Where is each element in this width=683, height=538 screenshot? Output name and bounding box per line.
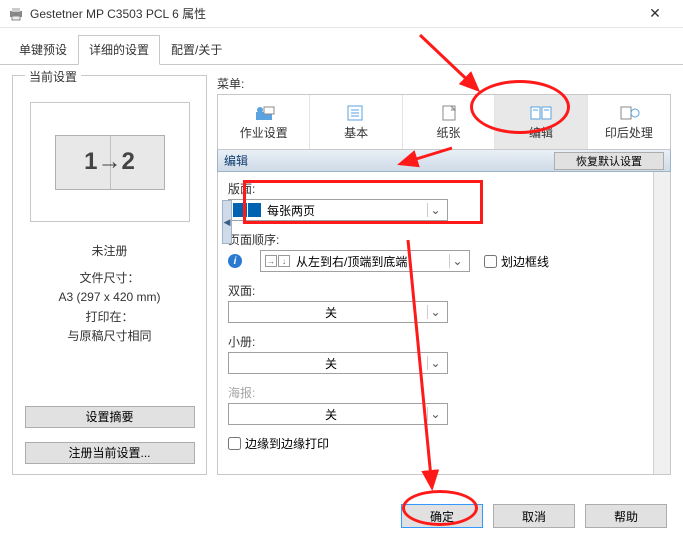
chevron-down-icon: ⌄ — [449, 254, 465, 268]
tab-detailed[interactable]: 详细的设置 — [78, 35, 160, 65]
order-icon: →↓ — [265, 255, 290, 267]
booklet-combo[interactable]: 关 ⌄ — [228, 352, 448, 374]
duplex-combo[interactable]: 关 ⌄ — [228, 301, 448, 323]
printer-icon — [8, 6, 24, 22]
restore-defaults-button[interactable]: 恢复默认设置 — [554, 152, 664, 170]
info-icon: i — [228, 254, 242, 268]
basic-icon — [342, 104, 370, 122]
layout-label: 版面: — [228, 180, 660, 197]
tool-paper[interactable]: 纸张 — [403, 95, 495, 149]
duplex-label: 双面: — [228, 282, 660, 299]
poster-combo[interactable]: 关 ⌄ — [228, 403, 448, 425]
close-icon[interactable]: ✕ — [635, 5, 675, 22]
edge-to-edge-checkbox[interactable]: 边缘到边缘打印 — [228, 435, 660, 452]
menu-toolbar: 作业设置 基本 纸张 编辑 印后处理 — [217, 94, 671, 150]
collapse-handle[interactable]: ◀ — [222, 200, 232, 244]
paper-icon — [435, 104, 463, 122]
tool-finishing[interactable]: 印后处理 — [588, 95, 670, 149]
register-settings-button[interactable]: 注册当前设置... — [25, 442, 195, 464]
cancel-button[interactable]: 取消 — [493, 504, 575, 528]
edit-icon — [527, 104, 555, 122]
edit-settings-area: 版面: 每张两页 ⌄ 页面顺序: i →↓ 从左到右/顶端到底端 ⌄ — [217, 172, 671, 475]
chevron-down-icon: ⌄ — [427, 305, 443, 319]
current-settings-group: 当前设置 1→2 未注册 文件尺寸： A3 (297 x 420 mm) 打印在… — [12, 75, 207, 475]
scrollbar-thumb[interactable] — [656, 174, 668, 254]
layout-combo[interactable]: 每张两页 ⌄ — [228, 199, 448, 221]
two-pages-icon — [233, 203, 261, 217]
booklet-label: 小册: — [228, 333, 660, 350]
page-order-combo[interactable]: →↓ 从左到右/顶端到底端 ⌄ — [260, 250, 470, 272]
section-header-edit: 编辑 恢复默认设置 — [217, 150, 671, 172]
finishing-icon — [615, 104, 643, 122]
tab-config[interactable]: 配置/关于 — [160, 35, 233, 65]
current-settings-label: 当前设置 — [25, 68, 81, 85]
window-title: Gestetner MP C3503 PCL 6 属性 — [30, 5, 635, 22]
page-order-label: 页面顺序: — [228, 231, 660, 248]
menu-label: 菜单: — [217, 75, 671, 92]
layout-preview: 1→2 — [30, 102, 190, 222]
border-line-checkbox[interactable]: 划边框线 — [484, 253, 549, 270]
ok-button[interactable]: 确定 — [401, 504, 483, 528]
chevron-down-icon: ⌄ — [427, 203, 443, 217]
preview-info: 未注册 文件尺寸： A3 (297 x 420 mm) 打印在： 与原稿尺寸相同 — [58, 242, 160, 346]
chevron-down-icon: ⌄ — [427, 356, 443, 370]
chevron-down-icon: ⌄ — [427, 407, 443, 421]
poster-label: 海报: — [228, 384, 660, 401]
tool-job-settings[interactable]: 作业设置 — [218, 95, 310, 149]
tool-edit[interactable]: 编辑 — [495, 95, 587, 149]
tab-bar: 单键预设 详细的设置 配置/关于 — [0, 28, 683, 65]
job-icon — [250, 104, 278, 122]
tool-basic[interactable]: 基本 — [310, 95, 402, 149]
settings-summary-button[interactable]: 设置摘要 — [25, 406, 195, 428]
tab-oneclick[interactable]: 单键预设 — [8, 35, 78, 65]
help-button[interactable]: 帮助 — [585, 504, 667, 528]
